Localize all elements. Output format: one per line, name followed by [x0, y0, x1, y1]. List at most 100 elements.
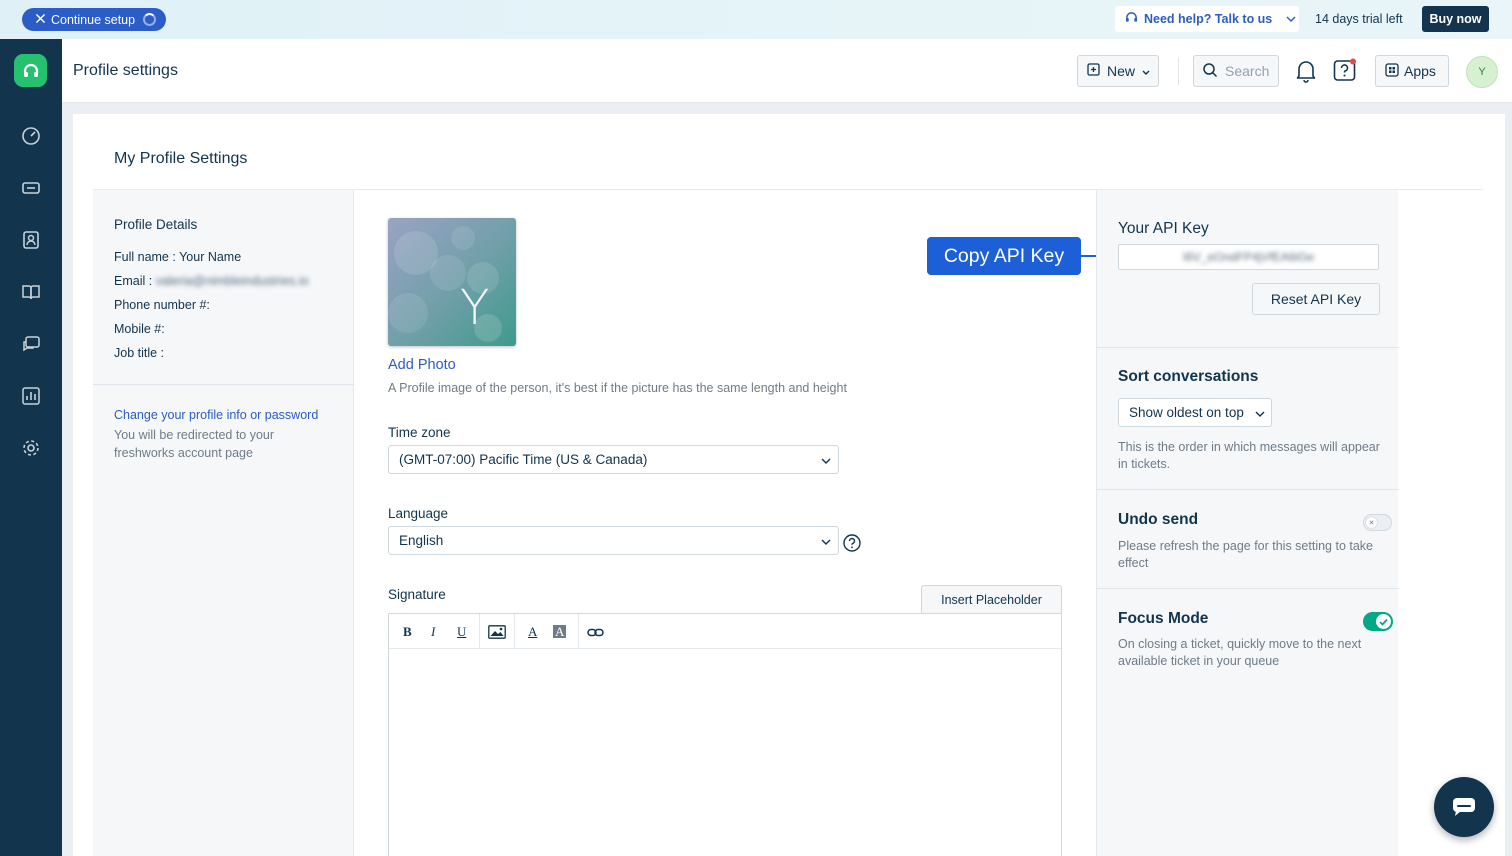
undo-send-section: Undo send ✕ Please refresh the page for … — [1097, 490, 1399, 589]
language-label: Language — [388, 506, 449, 521]
profile-details-panel: Profile Details Full name : Your Name Em… — [93, 190, 354, 856]
chevron-down-icon — [1255, 407, 1265, 422]
divider — [93, 384, 354, 385]
api-key-title: Your API Key — [1118, 220, 1209, 237]
chevron-down-icon — [1286, 12, 1296, 26]
font-color-button[interactable]: A — [528, 624, 537, 640]
headset-icon — [1125, 11, 1138, 27]
sort-order-value: Show oldest on top — [1129, 405, 1244, 420]
settings-side-panel: Your API Key I6V_eOndFP4jVfEA6iGe Reset … — [1096, 190, 1399, 856]
sort-order-select[interactable]: Show oldest on top — [1118, 398, 1272, 427]
sidebar-nav — [0, 39, 62, 856]
copy-api-key-callout[interactable]: Copy API Key — [927, 237, 1081, 275]
time-zone-select[interactable]: (GMT-07:00) Pacific Time (US & Canada) — [388, 445, 839, 474]
apps-icon — [1385, 62, 1399, 80]
photo-hint: A Profile image of the person, it's best… — [388, 381, 847, 395]
undo-send-title: Undo send — [1118, 511, 1199, 528]
dashboard-icon — [22, 127, 40, 145]
sidebar-item-tickets[interactable] — [20, 177, 42, 199]
full-name-value: Your Name — [179, 250, 242, 264]
photo-initial: Y — [460, 280, 490, 336]
chevron-down-icon — [1142, 63, 1150, 79]
plus-square-icon — [1087, 63, 1100, 79]
check-icon — [1376, 614, 1391, 629]
need-help-button[interactable]: Need help? Talk to us — [1115, 6, 1299, 32]
underline-button[interactable]: U — [457, 624, 466, 640]
mobile-label: Mobile #: — [114, 322, 165, 336]
sidebar-item-reports[interactable] — [20, 385, 42, 407]
language-help-icon[interactable] — [843, 534, 861, 555]
phone-label: Phone number #: — [114, 298, 210, 312]
sidebar-item-forums[interactable] — [20, 333, 42, 355]
sidebar-item-contacts[interactable] — [20, 229, 42, 251]
apps-label: Apps — [1404, 63, 1436, 79]
chat-icon — [1453, 798, 1475, 816]
insert-placeholder-button[interactable]: Insert Placeholder — [921, 585, 1062, 614]
reset-api-key-button[interactable]: Reset API Key — [1252, 283, 1380, 315]
email-label: Email : — [114, 274, 153, 288]
redirect-note: You will be redirected to your freshwork… — [114, 428, 275, 460]
focus-mode-note: On closing a ticket, quickly move to the… — [1118, 637, 1362, 668]
help-question-icon[interactable] — [1333, 58, 1357, 85]
reports-icon — [22, 387, 40, 405]
sort-conversations-title: Sort conversations — [1118, 368, 1259, 385]
focus-mode-section: Focus Mode On closing a ticket, quickly … — [1097, 589, 1399, 689]
new-label: New — [1107, 63, 1136, 79]
bold-button[interactable]: B — [403, 624, 412, 640]
chat-widget-button[interactable] — [1434, 777, 1494, 837]
card-title: My Profile Settings — [114, 150, 248, 167]
italic-button[interactable]: I — [431, 624, 435, 640]
email-row: Email : valeria@nimbleindustries.io — [114, 274, 309, 288]
search-button[interactable]: Search — [1193, 55, 1279, 87]
api-key-field[interactable]: I6V_eOndFP4jVfEA6iGe — [1118, 244, 1379, 270]
continue-setup-label: Continue setup — [51, 12, 136, 27]
profile-photo[interactable]: Y — [388, 218, 516, 346]
search-icon — [1202, 62, 1218, 81]
signature-editor[interactable]: B I U A A — [388, 613, 1062, 856]
change-profile-link[interactable]: Change your profile info or password — [114, 408, 318, 422]
profile-details-title: Profile Details — [114, 217, 198, 232]
editor-toolbar: B I U A A — [389, 614, 1061, 649]
ticket-icon — [22, 182, 40, 194]
user-avatar[interactable]: Y — [1466, 56, 1498, 88]
toolbar-divider — [479, 614, 480, 649]
api-key-value: I6V_eOndFP4jVfEA6iGe — [1182, 250, 1315, 264]
buy-now-button[interactable]: Buy now — [1422, 6, 1489, 32]
chevron-down-icon — [821, 454, 831, 469]
insert-link-icon[interactable] — [587, 626, 605, 642]
page-title: Profile settings — [73, 62, 178, 79]
email-value: valeria@nimbleindustries.io — [155, 274, 309, 288]
search-placeholder: Search — [1225, 63, 1270, 79]
freshdesk-logo-icon[interactable] — [14, 54, 47, 87]
header-divider — [1178, 57, 1179, 85]
sort-conversations-note: This is the order in which messages will… — [1118, 440, 1380, 471]
new-button[interactable]: New — [1077, 55, 1159, 87]
continue-setup-button[interactable]: Continue setup — [22, 8, 167, 31]
setup-banner: Continue setup Need help? Talk to us 14 … — [0, 0, 1512, 39]
contact-icon — [23, 231, 39, 249]
language-select[interactable]: English — [388, 526, 839, 555]
notifications-bell-icon[interactable] — [1295, 59, 1317, 86]
focus-mode-toggle[interactable] — [1363, 612, 1393, 631]
add-photo-link[interactable]: Add Photo — [388, 357, 456, 373]
progress-spinner-icon — [143, 13, 157, 26]
undo-send-toggle[interactable]: ✕ — [1363, 514, 1392, 531]
book-icon — [22, 285, 40, 300]
page-header: Profile settings New Search Apps Y — [62, 39, 1512, 103]
sidebar-item-dashboard[interactable] — [20, 125, 42, 147]
gear-icon — [23, 440, 39, 456]
full-name-label: Full name : — [114, 250, 176, 264]
toolbar-divider — [514, 614, 515, 649]
undo-send-note: Please refresh the page for this setting… — [1118, 539, 1374, 570]
chevron-down-icon — [821, 535, 831, 550]
signature-label: Signature — [388, 587, 446, 602]
apps-button[interactable]: Apps — [1375, 55, 1449, 87]
api-key-section: Your API Key I6V_eOndFP4jVfEA6iGe Reset … — [1097, 190, 1399, 348]
discussion-icon — [23, 336, 40, 352]
background-color-button[interactable]: A — [553, 625, 567, 638]
insert-image-icon[interactable] — [488, 625, 506, 643]
sidebar-item-admin[interactable] — [20, 437, 42, 459]
need-help-label: Need help? Talk to us — [1144, 12, 1273, 26]
sidebar-item-solutions[interactable] — [20, 281, 42, 303]
profile-settings-card: My Profile Settings Profile Details Full… — [73, 114, 1505, 856]
